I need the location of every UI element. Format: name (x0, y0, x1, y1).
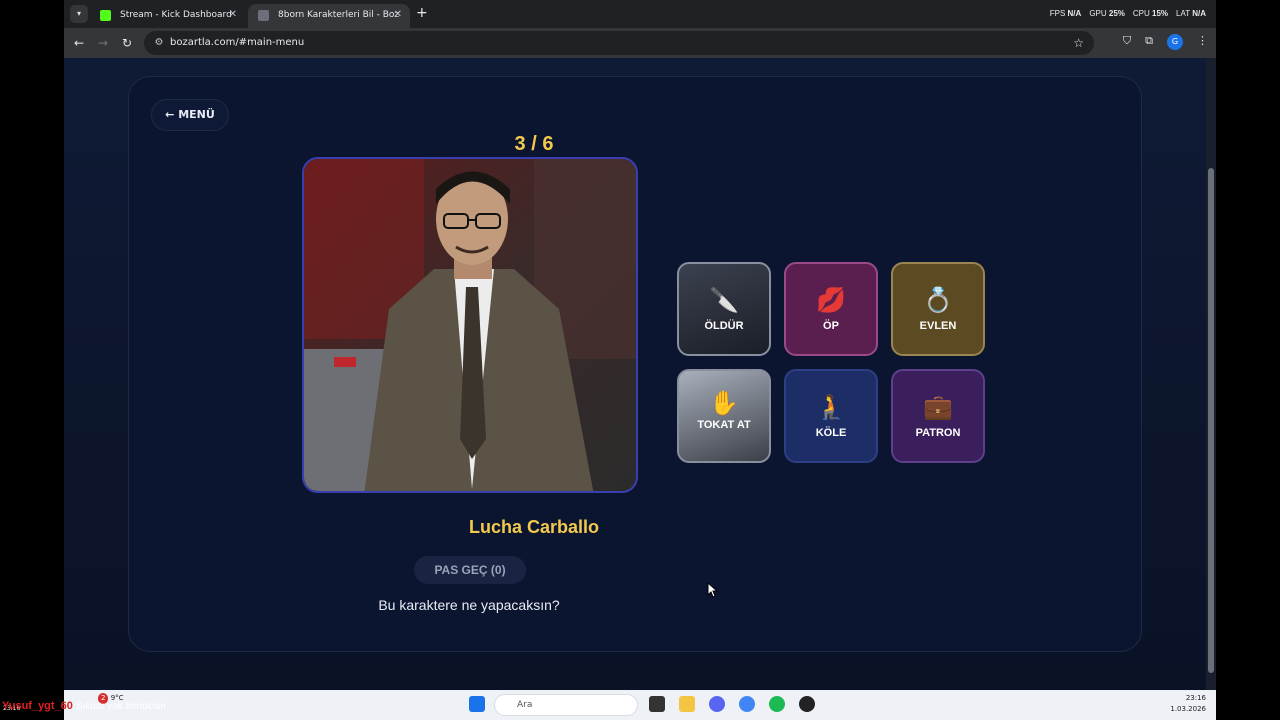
windows-start-icon[interactable] (469, 696, 485, 712)
skip-button[interactable]: PAS GEÇ (0) (414, 556, 526, 584)
hand-icon: ✋ (709, 390, 739, 417)
file-explorer-icon[interactable] (679, 696, 695, 712)
game-page: ← MENÜ 3 / 6 Lucha Carballo PAS GEÇ (0) … (64, 58, 1206, 690)
windows-taskbar: 2 9°C Ara 23:16 1.03.2026 (64, 690, 1216, 720)
address-bar[interactable]: ⚙ bozartla.com/#main-menu ☆ (144, 31, 1094, 55)
kiss-icon: 💋 (816, 287, 846, 314)
reload-button[interactable]: ↻ (118, 34, 136, 52)
page-favicon-icon (258, 10, 269, 21)
profile-avatar[interactable]: G (1167, 34, 1183, 50)
round-counter: 3 / 6 (514, 133, 554, 155)
briefcase-icon: 💼 (923, 394, 953, 421)
toolbar-actions: ⛉ ⧉ G ⋮ (1123, 34, 1208, 50)
action-evlen-button[interactable]: 💍 EVLEN (891, 262, 985, 356)
character-portrait (302, 157, 638, 493)
mouse-cursor-icon (707, 582, 719, 598)
close-tab-icon[interactable]: ✕ (229, 4, 237, 26)
scrollbar-thumb[interactable] (1208, 168, 1214, 673)
new-tab-button[interactable]: + (416, 5, 428, 21)
url-text[interactable]: bozartla.com/#main-menu (170, 31, 304, 55)
task-view-icon[interactable] (649, 696, 665, 712)
action-oldur-button[interactable]: 🔪 ÖLDÜR (677, 262, 771, 356)
back-to-menu-button[interactable]: ← MENÜ (151, 99, 229, 131)
tab-bozartla[interactable]: 8born Karakterleri Bil - Boz ✕ (248, 4, 410, 28)
kick-logo-icon (100, 10, 111, 21)
performance-overlay: FPS N/A GPU 25% CPU 15% LAT N/A (1049, 9, 1206, 18)
site-info-icon[interactable]: ⚙ (152, 36, 166, 50)
action-tokat-at-button[interactable]: ✋ TOKAT AT (677, 369, 771, 463)
shield-icon[interactable]: ⛉ (1123, 34, 1131, 50)
character-image (304, 159, 636, 491)
extensions-icon[interactable]: ⧉ (1145, 34, 1153, 50)
taskbar-search[interactable]: Ara (494, 694, 638, 716)
tab-search-button[interactable]: ▾ (70, 5, 88, 23)
discord-icon[interactable] (709, 696, 725, 712)
browser-toolbar: ← → ↻ ⚙ bozartla.com/#main-menu ☆ ⛉ ⧉ G … (64, 28, 1216, 58)
close-tab-icon[interactable]: ✕ (394, 4, 402, 26)
more-menu-icon[interactable]: ⋮ (1197, 34, 1208, 50)
chrome-icon[interactable] (739, 696, 755, 712)
stream-chat-overlay: Yusuf_ygt_60 Sıkıntı yok bendesin (2, 700, 167, 712)
obs-icon[interactable] (799, 696, 815, 712)
browser-window: ▾ Stream - Kick Dashboard ✕ 8born Karakt… (64, 0, 1216, 690)
game-card: ← MENÜ 3 / 6 Lucha Carballo PAS GEÇ (0) … (128, 76, 1142, 652)
action-op-button[interactable]: 💋 ÖP (784, 262, 878, 356)
character-name: Lucha Carballo (468, 517, 600, 537)
spotify-icon[interactable] (769, 696, 785, 712)
knife-icon: 🔪 (709, 287, 739, 314)
tab-kick-dashboard[interactable]: Stream - Kick Dashboard ✕ (90, 4, 245, 28)
question-text: Bu karaktere ne yapacaksın? (378, 597, 560, 613)
bookmark-star-icon[interactable]: ☆ (1073, 31, 1084, 55)
forward-button[interactable]: → (94, 34, 112, 52)
back-button[interactable]: ← (70, 34, 88, 52)
ring-icon: 💍 (923, 287, 953, 314)
tab-strip: ▾ Stream - Kick Dashboard ✕ 8born Karakt… (64, 0, 1216, 28)
action-kole-button[interactable]: 🧎 KÖLE (784, 369, 878, 463)
page-scrollbar[interactable] (1206, 58, 1216, 690)
kneeling-person-icon: 🧎 (816, 394, 846, 421)
system-clock[interactable]: 23:16 1.03.2026 (1170, 693, 1206, 715)
action-patron-button[interactable]: 💼 PATRON (891, 369, 985, 463)
